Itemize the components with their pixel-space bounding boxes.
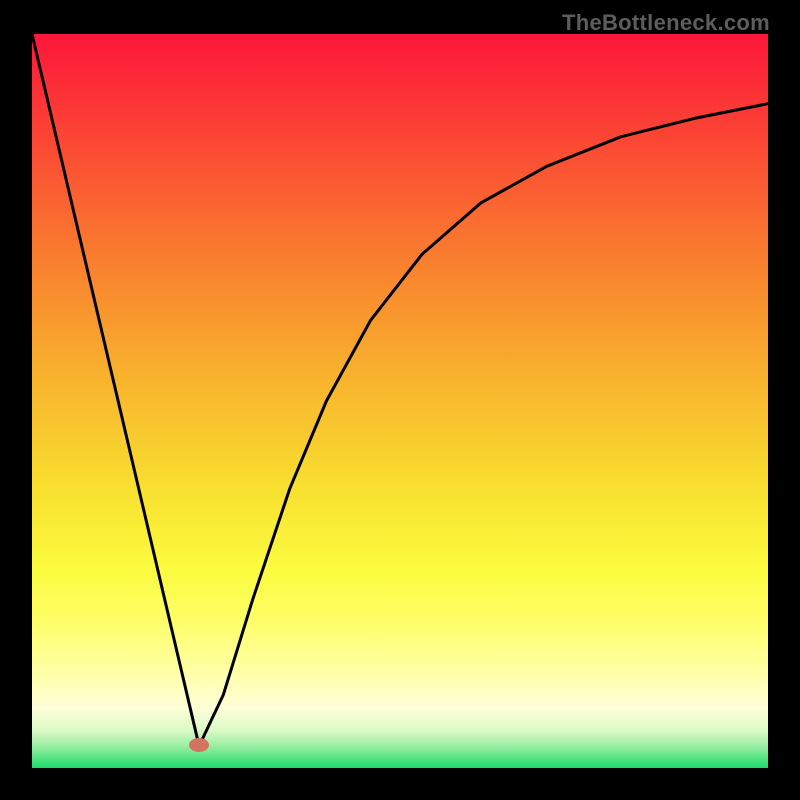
watermark: TheBottleneck.com xyxy=(562,10,770,36)
bottleneck-curve xyxy=(0,0,800,800)
optimum-marker xyxy=(189,738,209,752)
chart-frame: TheBottleneck.com xyxy=(0,0,800,800)
